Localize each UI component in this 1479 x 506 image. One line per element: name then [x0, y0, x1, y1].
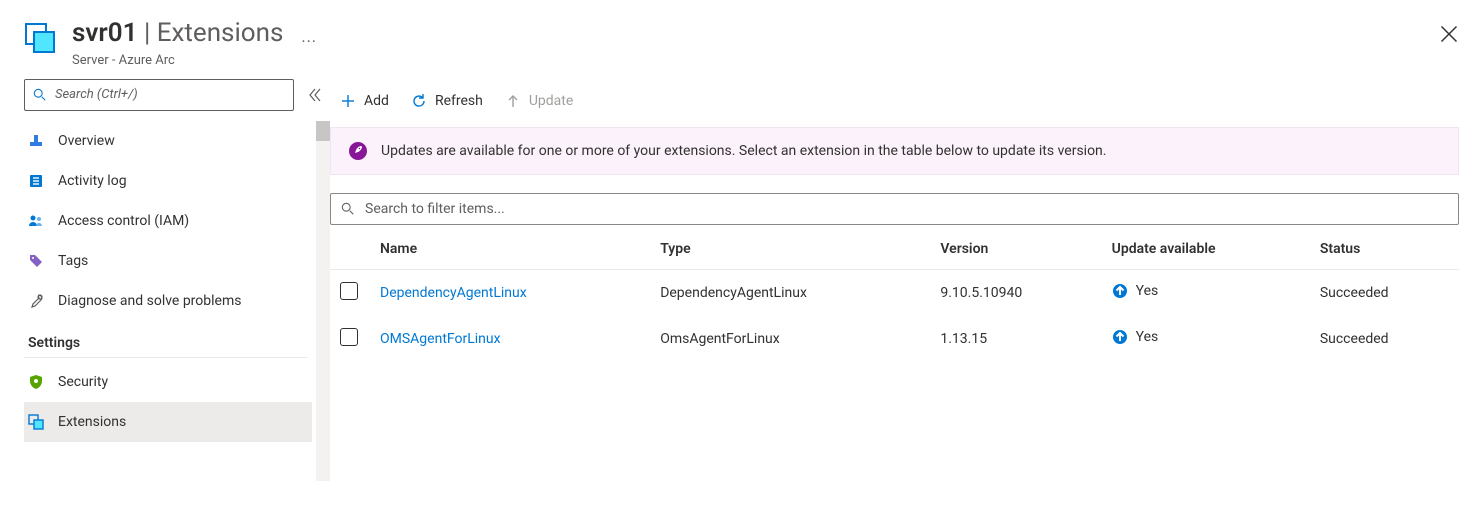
sidebar-item-label: Tags [58, 253, 88, 269]
iam-icon [28, 213, 44, 229]
page-title: svr01 | Extensions Server - Azure Arc [72, 18, 283, 69]
sidebar-item-activity-log[interactable]: Activity log [24, 161, 312, 201]
plus-icon [340, 93, 356, 109]
refresh-icon [411, 93, 427, 109]
resource-type-label: Server - Azure Arc [72, 53, 283, 69]
banner-text: Updates are available for one or more of… [381, 143, 1106, 159]
column-version[interactable]: Version [930, 229, 1101, 270]
add-button[interactable]: Add [340, 93, 389, 109]
blade-header: svr01 | Extensions Server - Azure Arc ··… [0, 0, 1479, 79]
row-checkbox[interactable] [340, 328, 358, 346]
update-banner: Updates are available for one or more of… [330, 127, 1459, 175]
sidebar-item-access-control[interactable]: Access control (IAM) [24, 201, 312, 241]
search-icon [33, 88, 47, 102]
overview-icon [28, 133, 44, 149]
sidebar-item-security[interactable]: Security [24, 362, 312, 402]
resource-icon [24, 22, 56, 54]
column-type[interactable]: Type [650, 229, 930, 270]
more-actions-button[interactable]: ··· [301, 32, 317, 51]
diagnose-icon [28, 293, 44, 309]
toolbar: Add Refresh Update [330, 79, 1459, 123]
update-icon [505, 93, 521, 109]
extension-version: 1.13.15 [930, 316, 1101, 362]
sidebar-scrollbar-track[interactable] [316, 121, 330, 481]
column-checkbox [330, 229, 370, 270]
sidebar-search[interactable] [24, 79, 294, 111]
sidebar-item-label: Access control (IAM) [58, 213, 189, 229]
extension-name-link[interactable]: DependencyAgentLinux [380, 285, 527, 301]
update-available-cell: Yes [1112, 329, 1159, 345]
column-name[interactable]: Name [370, 229, 650, 270]
extension-type: OmsAgentForLinux [650, 316, 930, 362]
resource-name: svr01 [72, 18, 137, 48]
update-available-cell: Yes [1112, 283, 1159, 299]
extension-version: 9.10.5.10940 [930, 269, 1101, 316]
refresh-button[interactable]: Refresh [411, 93, 483, 109]
main-content: Add Refresh Update [330, 79, 1479, 442]
extension-status: Succeeded [1310, 269, 1459, 316]
sidebar-item-label: Overview [58, 133, 115, 149]
extensions-table: Name Type Version Update available Statu… [330, 229, 1459, 362]
update-label: Update [529, 93, 573, 109]
extension-type: DependencyAgentLinux [650, 269, 930, 316]
update-button: Update [505, 93, 573, 109]
security-icon [28, 374, 44, 390]
title-separator: | [144, 18, 157, 48]
sidebar-item-tags[interactable]: Tags [24, 241, 312, 281]
column-update[interactable]: Update available [1102, 229, 1310, 270]
sidebar-item-label: Activity log [58, 173, 127, 189]
sidebar: Overview Activity log [0, 79, 330, 442]
extension-name-link[interactable]: OMSAgentForLinux [380, 331, 501, 347]
sidebar-item-overview[interactable]: Overview [24, 121, 312, 161]
update-available-icon [1112, 283, 1128, 299]
sidebar-item-diagnose[interactable]: Diagnose and solve problems [24, 281, 312, 321]
rocket-icon [349, 142, 367, 160]
table-row[interactable]: OMSAgentForLinux OmsAgentForLinux 1.13.1… [330, 316, 1459, 362]
tag-icon [28, 253, 44, 269]
update-available-icon [1112, 329, 1128, 345]
sidebar-item-label: Security [58, 374, 108, 390]
update-available-text: Yes [1136, 283, 1159, 299]
filter-box[interactable] [330, 193, 1459, 225]
sidebar-item-label: Extensions [58, 414, 126, 430]
sidebar-search-input[interactable] [53, 86, 285, 103]
extension-status: Succeeded [1310, 316, 1459, 362]
sidebar-item-extensions[interactable]: Extensions [24, 402, 312, 442]
section-name: Extensions [157, 18, 284, 48]
column-status[interactable]: Status [1310, 229, 1459, 270]
table-header-row: Name Type Version Update available Statu… [330, 229, 1459, 270]
table-row[interactable]: DependencyAgentLinux DependencyAgentLinu… [330, 269, 1459, 316]
refresh-label: Refresh [435, 93, 483, 109]
collapse-sidebar-icon[interactable] [306, 87, 322, 103]
extensions-icon [28, 414, 44, 430]
add-label: Add [364, 93, 389, 109]
sidebar-scrollbar-thumb[interactable] [316, 121, 330, 141]
sidebar-item-label: Diagnose and solve problems [58, 293, 241, 309]
sidebar-group-settings: Settings [24, 321, 308, 358]
filter-input[interactable] [363, 200, 1448, 218]
update-available-text: Yes [1136, 329, 1159, 345]
row-checkbox[interactable] [340, 282, 358, 300]
activity-log-icon [28, 173, 44, 189]
close-icon[interactable] [1439, 24, 1459, 44]
search-icon [341, 202, 355, 216]
